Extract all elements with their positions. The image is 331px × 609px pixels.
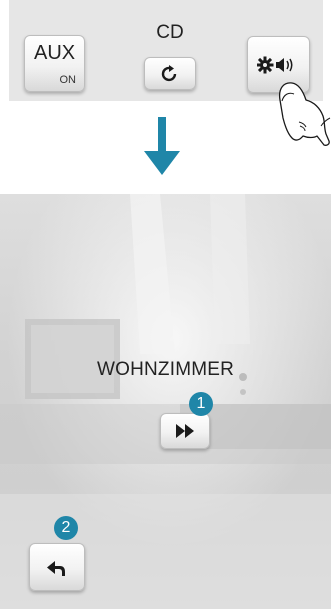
gear-speaker-icon (256, 56, 292, 73)
fast-forward-icon (176, 424, 194, 438)
room-panel: WOHNZIMMER 1 2 (0, 194, 331, 609)
repeat-icon (161, 64, 177, 81)
aux-button[interactable]: AUX ON (24, 35, 85, 92)
cd-label: CD (156, 22, 184, 43)
callout-badge-1: 1 (189, 392, 213, 416)
next-button[interactable] (160, 413, 210, 449)
cd-repeat-button[interactable] (144, 57, 196, 90)
back-arrow-icon (47, 560, 65, 576)
callout-badge-2: 2 (54, 516, 78, 540)
room-title: WOHNZIMMER (96, 359, 235, 380)
aux-label: AUX (34, 42, 76, 64)
aux-state: ON (59, 74, 77, 86)
back-button[interactable] (29, 543, 85, 591)
pointing-finger-icon (278, 82, 331, 146)
arrow-down-icon (144, 117, 180, 175)
